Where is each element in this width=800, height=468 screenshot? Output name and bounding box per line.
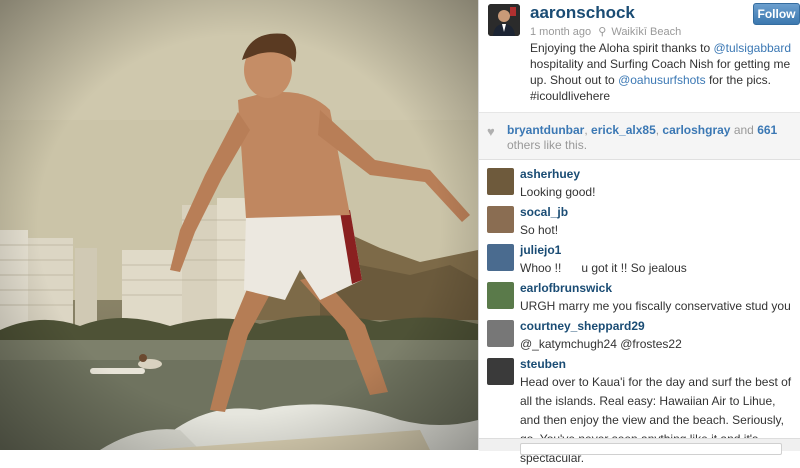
avatar[interactable] bbox=[487, 244, 514, 271]
caption-text: Enjoying the Aloha spirit thanks to bbox=[530, 41, 714, 55]
liker-link[interactable]: erick_alx85 bbox=[591, 123, 656, 137]
comment-text: Whoo !! u got it !! So jealous bbox=[520, 261, 687, 275]
post-caption: Enjoying the Aloha spirit thanks to @tul… bbox=[530, 40, 794, 104]
heart-icon[interactable]: ♥ bbox=[487, 124, 495, 139]
post-username[interactable]: aaronschock bbox=[530, 3, 635, 23]
avatar[interactable] bbox=[487, 206, 514, 233]
post-time: 1 month ago bbox=[530, 26, 592, 38]
post-header: aaronschock Follow 1 month ago ⚲ Waikīkī… bbox=[479, 0, 800, 112]
mention-link[interactable]: @oahusurfshots bbox=[618, 73, 706, 87]
avatar[interactable] bbox=[487, 168, 514, 195]
likes-text: bryantdunbar, erick_alx85, carloshgray a… bbox=[507, 123, 778, 152]
likes-count[interactable]: 661 bbox=[757, 123, 777, 137]
post-meta: 1 month ago ⚲ Waikīkī Beach bbox=[530, 25, 681, 38]
comment-username[interactable]: asherhuey bbox=[520, 167, 580, 181]
likes-and: and bbox=[733, 123, 754, 137]
liker-link[interactable]: carloshgray bbox=[662, 123, 730, 137]
likes-section: ♥ bryantdunbar, erick_alx85, carloshgray… bbox=[479, 112, 800, 160]
comment-text: So hot! bbox=[520, 223, 559, 237]
comment-input[interactable] bbox=[520, 443, 782, 455]
post-location[interactable]: Waikīkī Beach bbox=[611, 26, 681, 38]
profile-photo-icon bbox=[488, 4, 520, 36]
liker-link[interactable]: bryantdunbar bbox=[507, 123, 584, 137]
avatar[interactable] bbox=[487, 282, 514, 309]
comment-text: URGH marry me you fiscally conservative … bbox=[520, 299, 791, 313]
comment-input-bar bbox=[479, 438, 800, 455]
comment-text: @_katymchugh24 @frostes22 bbox=[520, 337, 682, 351]
comment-username[interactable]: socal_jb bbox=[520, 205, 568, 219]
follow-button[interactable]: Follow bbox=[753, 3, 800, 25]
comment-username[interactable]: courtney_sheppard29 bbox=[520, 319, 645, 333]
avatar[interactable] bbox=[488, 4, 520, 36]
post-photo[interactable] bbox=[0, 0, 478, 450]
comment-text: Looking good! bbox=[520, 185, 596, 199]
avatar[interactable] bbox=[487, 358, 514, 385]
comment-username[interactable]: earlofbrunswick bbox=[520, 281, 612, 295]
surfing-photo-illustration bbox=[0, 0, 478, 450]
mention-link[interactable]: @tulsigabbard bbox=[713, 41, 791, 55]
comment-username[interactable]: juliejo1 bbox=[520, 243, 561, 257]
avatar[interactable] bbox=[487, 320, 514, 347]
likes-tail: others like this. bbox=[507, 138, 588, 152]
comment-username[interactable]: steuben bbox=[520, 357, 566, 371]
post-details-panel: aaronschock Follow 1 month ago ⚲ Waikīkī… bbox=[479, 0, 800, 465]
location-pin-icon: ⚲ bbox=[598, 26, 607, 38]
